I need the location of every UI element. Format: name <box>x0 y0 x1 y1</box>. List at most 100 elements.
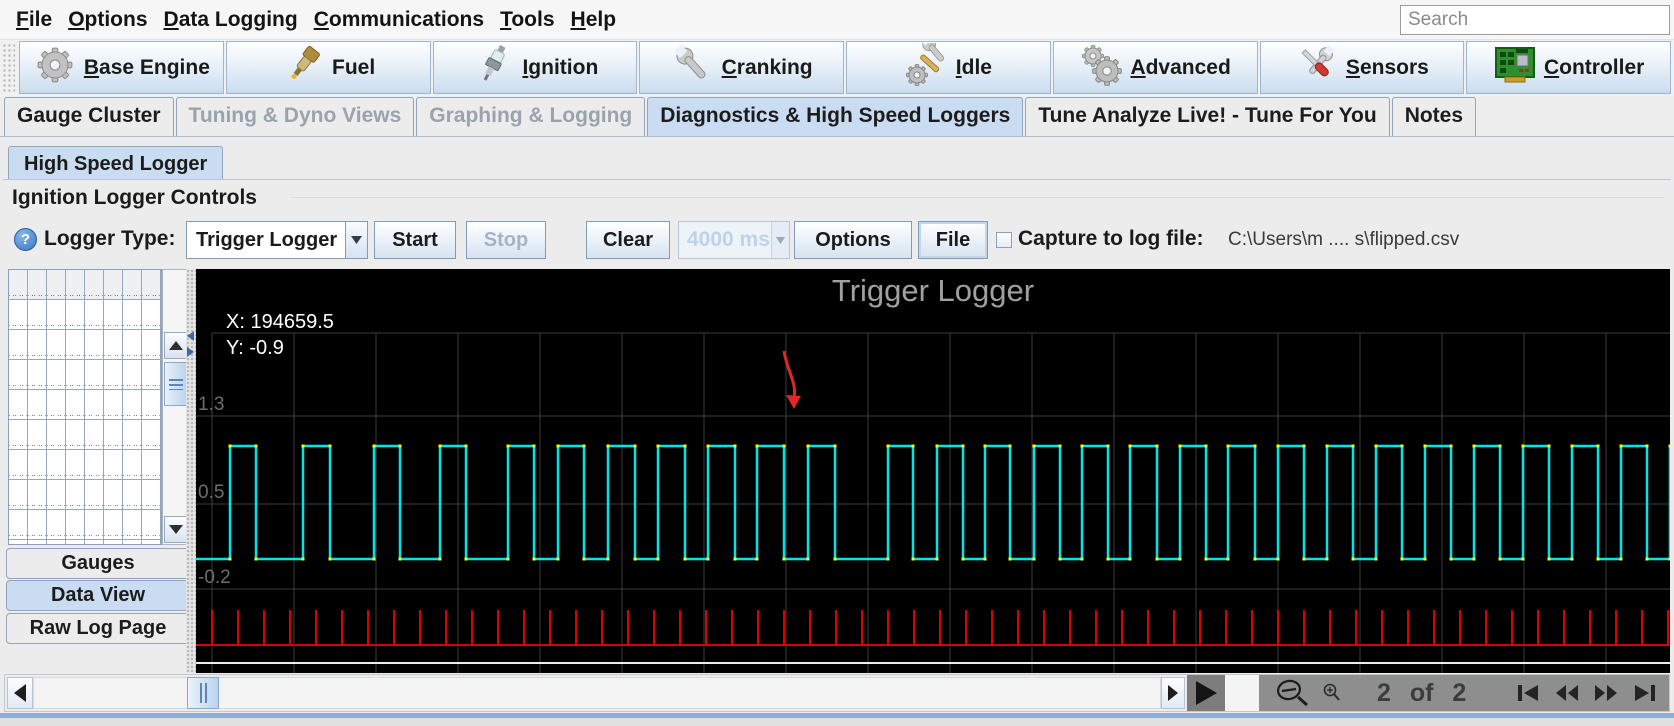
grid-cell[interactable]: .. .. .. .. <box>47 420 66 450</box>
tab-high-speed-logger[interactable]: High Speed Logger <box>8 146 223 180</box>
grid-cell[interactable]: .. .. .. .. <box>123 300 142 330</box>
toolbar-button-sensors[interactable]: Sensors <box>1260 41 1465 94</box>
start-button[interactable]: Start <box>374 221 456 259</box>
tab-tune-analyze-live-tune-for-you[interactable]: Tune Analyze Live! - Tune For You <box>1025 97 1389 136</box>
grid-cell[interactable]: .. .. .. .. <box>85 450 104 480</box>
grid-cell[interactable]: .. .. .. .. <box>66 390 85 420</box>
grid-cell[interactable]: .. .. .. .. <box>47 480 66 510</box>
grid-cell[interactable]: .. .. .. .. <box>66 270 85 300</box>
menu-item-communications[interactable]: Communications <box>306 8 492 32</box>
grid-cell[interactable]: .. .. .. .. <box>123 450 142 480</box>
logger-type-select[interactable]: Trigger Logger <box>186 221 368 259</box>
toolbar-button-controller[interactable]: Controller <box>1466 41 1671 94</box>
grid-cell[interactable]: .. .. .. .. <box>104 360 123 390</box>
grid-cell[interactable]: .. .. .. .. <box>142 330 161 360</box>
grid-cell[interactable]: .. .. .. .. <box>9 270 28 300</box>
scrollbar-thumb[interactable] <box>187 677 219 709</box>
grid-cell[interactable]: .. .. .. .. <box>123 390 142 420</box>
grid-cell[interactable]: .. .. .. .. <box>9 480 28 510</box>
grid-cell[interactable]: .. .. .. .. <box>66 330 85 360</box>
grid-cell[interactable]: .. .. .. .. <box>104 330 123 360</box>
collapse-right-icon[interactable] <box>187 347 194 357</box>
tab-notes[interactable]: Notes <box>1392 97 1476 136</box>
grid-cell[interactable]: .. .. .. .. <box>28 300 47 330</box>
grid-cell[interactable]: .. .. .. .. <box>142 360 161 390</box>
grid-cell[interactable]: .. .. .. .. <box>123 270 142 300</box>
scroll-thumb[interactable] <box>164 362 188 406</box>
zoom-out-icon[interactable] <box>1273 677 1313 709</box>
toolbar-drag-handle[interactable] <box>2 43 15 92</box>
last-page-button[interactable] <box>1633 684 1657 702</box>
search-input[interactable] <box>1400 5 1670 35</box>
grid-cell[interactable]: .. .. .. .. <box>66 360 85 390</box>
grid-cell[interactable]: .. .. .. .. <box>9 540 28 545</box>
grid-cell[interactable]: .. .. .. .. <box>85 540 104 545</box>
data-view-grid[interactable]: .. .. .. .... .. .. .... .. .. .... .. .… <box>8 269 162 545</box>
grid-cell[interactable]: .. .. .. .. <box>47 510 66 540</box>
grid-cell[interactable]: .. .. .. .. <box>142 420 161 450</box>
interval-spinner[interactable]: 4000 ms <box>678 221 790 259</box>
scroll-left-button[interactable] <box>7 677 33 709</box>
grid-cell[interactable]: .. .. .. .. <box>85 510 104 540</box>
grid-cell[interactable]: .. .. .. .. <box>47 390 66 420</box>
grid-cell[interactable]: .. .. .. .. <box>28 390 47 420</box>
scroll-right-button[interactable] <box>1161 677 1185 709</box>
previous-page-button[interactable] <box>1555 684 1579 702</box>
grid-cell[interactable]: .. .. .. .. <box>9 420 28 450</box>
grid-cell[interactable]: .. .. .. .. <box>85 330 104 360</box>
grid-cell[interactable]: .. .. .. .. <box>123 360 142 390</box>
grid-cell[interactable]: .. .. .. .. <box>104 450 123 480</box>
split-pane-divider[interactable] <box>186 269 196 673</box>
toolbar-button-advanced[interactable]: Advanced <box>1053 41 1258 94</box>
grid-cell[interactable]: .. .. .. .. <box>28 330 47 360</box>
grid-cell[interactable]: .. .. .. .. <box>85 420 104 450</box>
toolbar-button-cranking[interactable]: Cranking <box>639 41 844 94</box>
grid-cell[interactable]: .. .. .. .. <box>66 510 85 540</box>
grid-cell[interactable]: .. .. .. .. <box>28 360 47 390</box>
grid-cell[interactable]: .. .. .. .. <box>28 420 47 450</box>
trigger-logger-chart[interactable]: Trigger Logger X: 194659.5 Y: -0.9 1.30.… <box>196 269 1670 673</box>
grid-cell[interactable]: .. .. .. .. <box>104 510 123 540</box>
grid-cell[interactable]: .. .. .. .. <box>142 480 161 510</box>
grid-cell[interactable]: .. .. .. .. <box>47 330 66 360</box>
scroll-up-button[interactable] <box>164 332 188 359</box>
stop-button[interactable]: Stop <box>466 221 546 259</box>
grid-cell[interactable]: .. .. .. .. <box>123 420 142 450</box>
grid-cell[interactable]: .. .. .. .. <box>66 420 85 450</box>
toolbar-button-idle[interactable]: Idle <box>846 41 1051 94</box>
scroll-down-button[interactable] <box>164 516 188 543</box>
grid-cell[interactable]: .. .. .. .. <box>123 330 142 360</box>
toolbar-button-fuel[interactable]: Fuel <box>226 41 431 94</box>
grid-cell[interactable]: .. .. .. .. <box>142 450 161 480</box>
grid-cell[interactable]: .. .. .. .. <box>142 270 161 300</box>
grid-cell[interactable]: .. .. .. .. <box>47 540 66 545</box>
grid-cell[interactable]: .. .. .. .. <box>142 510 161 540</box>
grid-cell[interactable]: .. .. .. .. <box>104 270 123 300</box>
spinner-arrow-icon[interactable] <box>771 222 789 258</box>
grid-cell[interactable]: .. .. .. .. <box>9 510 28 540</box>
grid-cell[interactable]: .. .. .. .. <box>104 540 123 545</box>
grid-cell[interactable]: .. .. .. .. <box>66 540 85 545</box>
grid-cell[interactable]: .. .. .. .. <box>28 510 47 540</box>
grid-cell[interactable]: .. .. .. .. <box>47 300 66 330</box>
file-button[interactable]: File <box>918 221 988 259</box>
grid-cell[interactable]: .. .. .. .. <box>28 270 47 300</box>
first-page-button[interactable] <box>1516 684 1540 702</box>
grid-cell[interactable]: .. .. .. .. <box>85 300 104 330</box>
next-page-button[interactable] <box>1594 684 1618 702</box>
menu-item-tools[interactable]: Tools <box>492 8 562 32</box>
view-tab-data-view[interactable]: Data View <box>6 580 190 611</box>
grid-cell[interactable]: .. .. .. .. <box>142 390 161 420</box>
grid-cell[interactable]: .. .. .. .. <box>104 480 123 510</box>
grid-cell[interactable]: .. .. .. .. <box>47 270 66 300</box>
tab-graphing-logging[interactable]: Graphing & Logging <box>416 97 645 136</box>
grid-cell[interactable]: .. .. .. .. <box>123 510 142 540</box>
chevron-down-icon[interactable] <box>345 222 367 258</box>
grid-cell[interactable]: .. .. .. .. <box>85 480 104 510</box>
options-button[interactable]: Options <box>794 221 912 259</box>
tab-tuning-dyno-views[interactable]: Tuning & Dyno Views <box>176 97 415 136</box>
grid-cell[interactable]: .. .. .. .. <box>66 300 85 330</box>
grid-cell[interactable]: .. .. .. .. <box>104 300 123 330</box>
grid-cell[interactable]: .. .. .. .. <box>142 540 161 545</box>
grid-cell[interactable]: .. .. .. .. <box>123 540 142 545</box>
